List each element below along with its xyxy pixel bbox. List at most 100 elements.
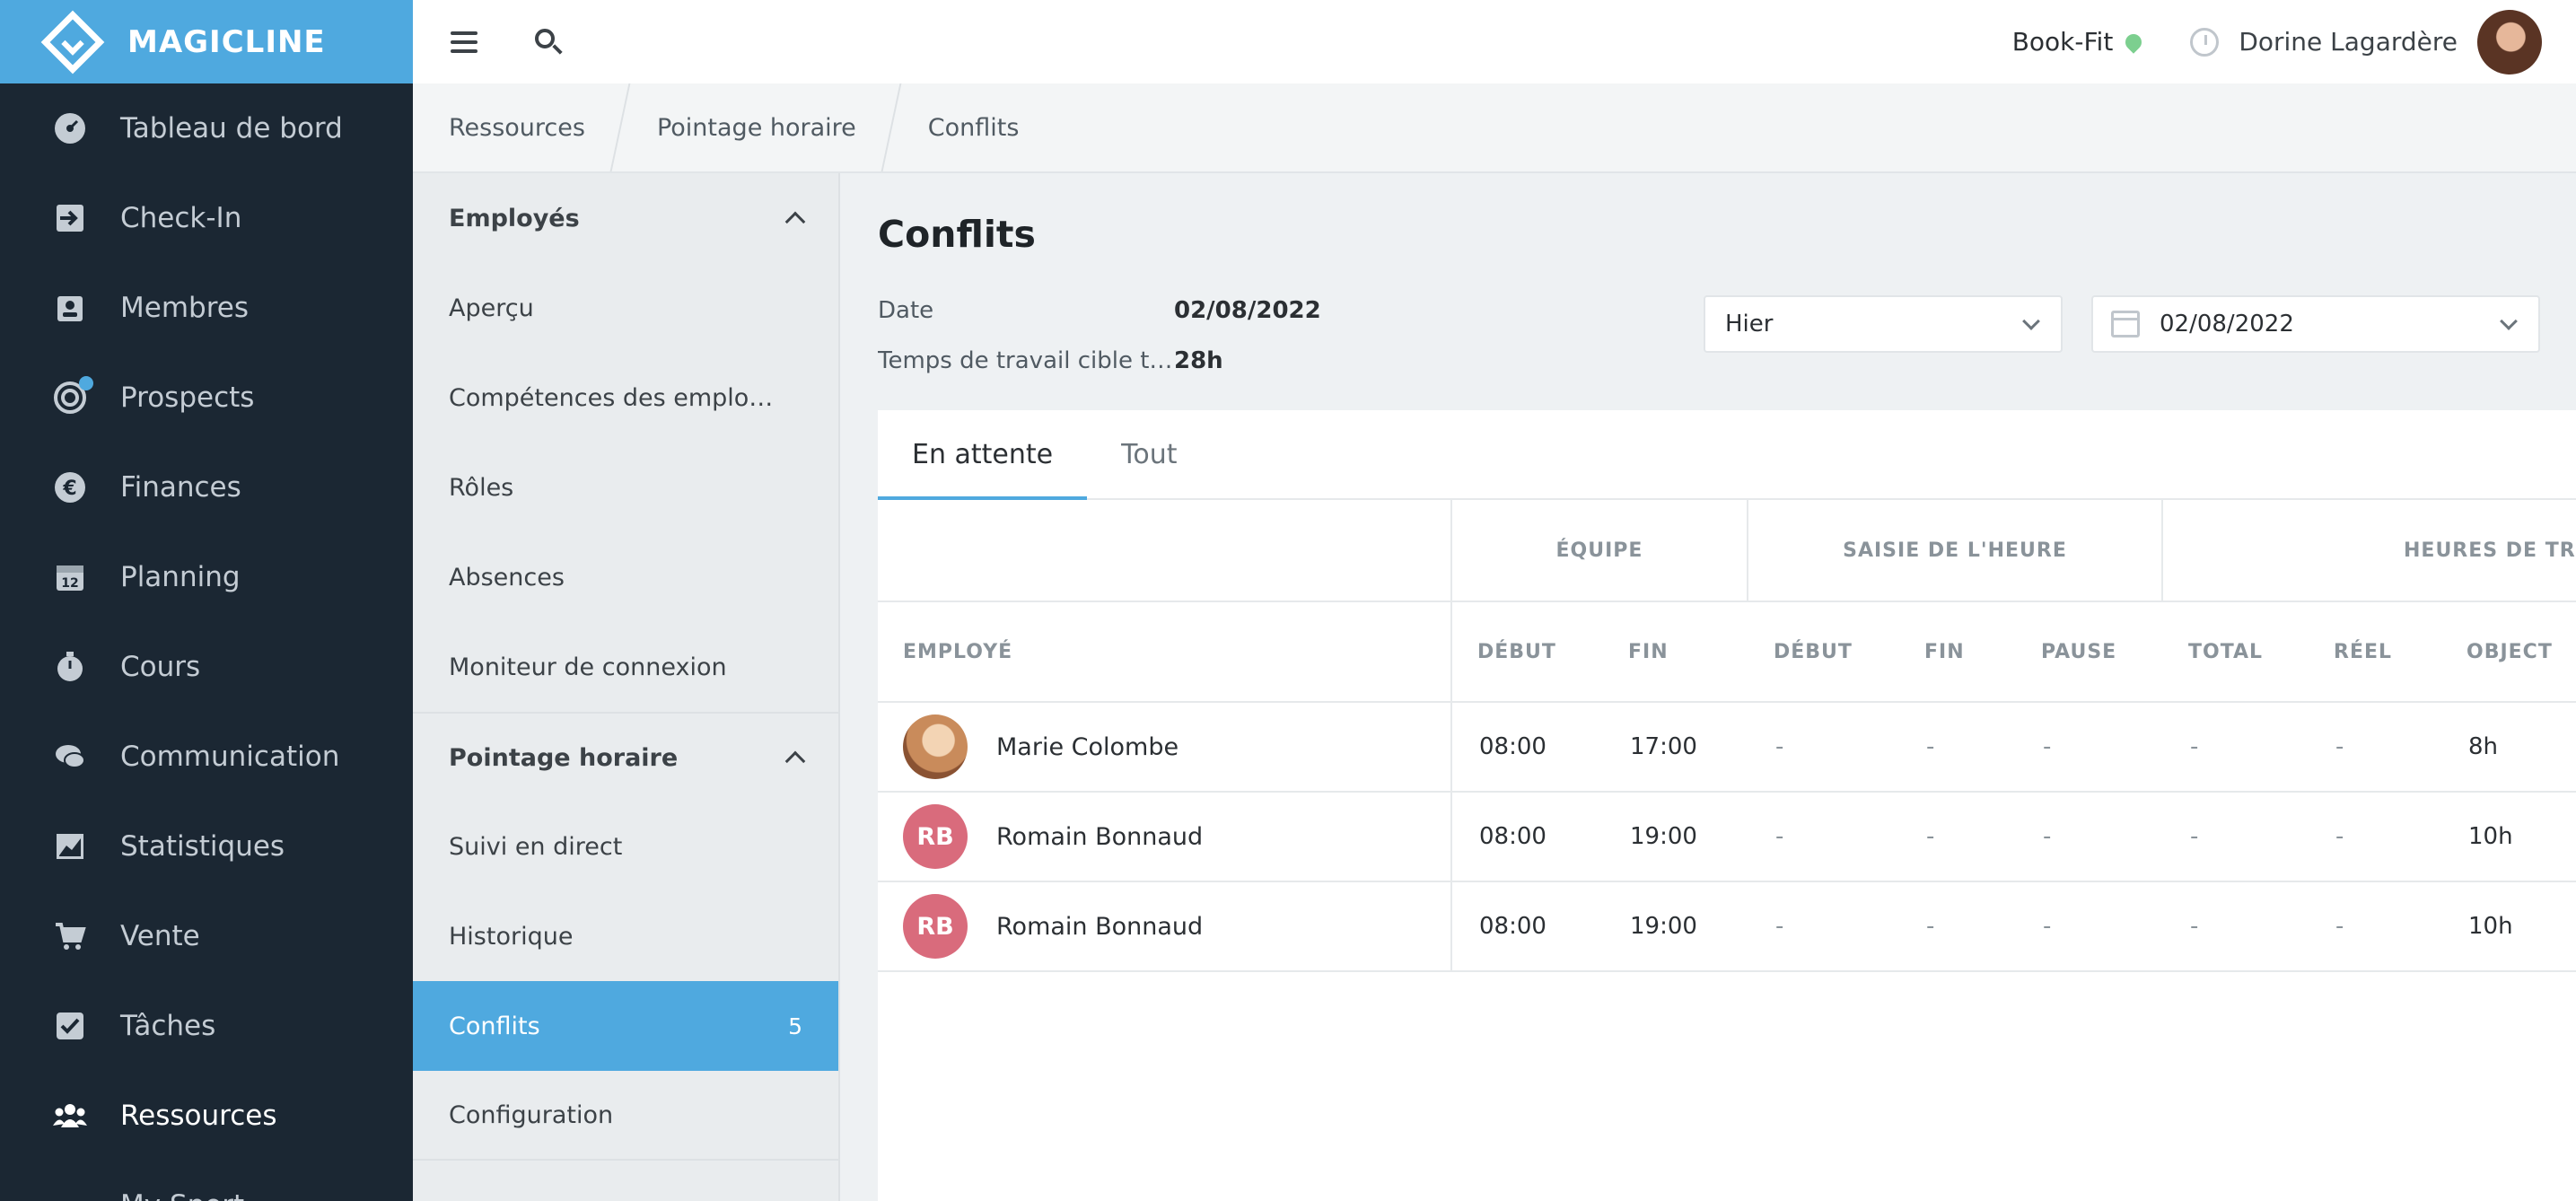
column-header-employee[interactable]: EMPLOYÉ: [903, 602, 1012, 701]
page-title: Conflits: [878, 213, 1036, 256]
section-header-employes[interactable]: Employés: [413, 173, 838, 263]
total-cell: -: [2190, 823, 2199, 850]
employee-cell: RB Romain Bonnaud: [903, 882, 1203, 970]
sidebar-item-conflits[interactable]: Conflits 5: [413, 981, 838, 1071]
studio-selector[interactable]: Book-Fit: [2012, 27, 2114, 57]
svg-text:€: €: [62, 478, 76, 500]
table-row[interactable]: Marie Colombe 08:00 17:00 - - - - - 8h: [878, 703, 2576, 793]
column-header-total[interactable]: TOTAL: [2188, 602, 2263, 701]
tab-en-attente[interactable]: En attente: [878, 410, 1088, 500]
employee-name[interactable]: Marie Colombe: [996, 733, 1178, 761]
breadcrumb-pointage-horaire[interactable]: Pointage horaire: [621, 83, 892, 171]
nav-item-finances[interactable]: € Finances: [0, 443, 413, 532]
check-in-icon: [52, 200, 88, 236]
column-header-team-end[interactable]: FIN: [1628, 602, 1669, 701]
euro-icon: €: [52, 469, 88, 505]
employee-name[interactable]: Romain Bonnaud: [996, 823, 1203, 851]
nav-item-check-in[interactable]: Check-In: [0, 173, 413, 263]
sidebar-item-competences[interactable]: Compétences des emplo…: [413, 353, 838, 443]
sidebar-item-configuration[interactable]: Configuration: [413, 1071, 838, 1161]
sidebar-item-label: Historique: [449, 922, 574, 951]
real-cell: -: [2335, 733, 2344, 760]
real-cell: -: [2335, 823, 2344, 850]
column-header-team-start[interactable]: DÉBUT: [1477, 602, 1556, 701]
nav-item-cours[interactable]: Cours: [0, 622, 413, 712]
chat-icon: [52, 739, 88, 775]
period-select[interactable]: Hier: [1704, 295, 2063, 353]
group-header-team: ÉQUIPE: [1555, 539, 1643, 562]
sidebar-item-historique[interactable]: Historique: [413, 891, 838, 981]
column-header-entry-start[interactable]: DÉBUT: [1774, 602, 1853, 701]
employee-avatar: RB: [903, 894, 968, 959]
entry-start-cell: -: [1775, 823, 1784, 850]
table-row[interactable]: RB Romain Bonnaud 08:00 19:00 - - - - - …: [878, 793, 2576, 882]
date-picker-value: 02/08/2022: [2160, 311, 2294, 338]
nav-item-ressources[interactable]: Ressources: [0, 1071, 413, 1161]
nav-item-tableau-de-bord[interactable]: Tableau de bord: [0, 83, 413, 173]
conflicts-card: En attente Tout ÉQUIPE SAISIE DE L'HEURE…: [878, 410, 2576, 1201]
sidebar-item-absences[interactable]: Absences: [413, 532, 838, 622]
team-end-cell: 17:00: [1630, 733, 1697, 760]
nav-item-label: Communication: [120, 741, 340, 773]
conflicts-table: ÉQUIPE SAISIE DE L'HEURE HEURES DE TR EM…: [878, 500, 2576, 972]
top-right-area: Book-Fit Dorine Lagardère: [2012, 0, 2542, 83]
group-header-work-hours: HEURES DE TR: [2404, 539, 2576, 562]
entry-start-cell: -: [1775, 913, 1784, 940]
employee-avatar: [903, 714, 968, 779]
entry-end-cell: -: [1926, 733, 1935, 760]
date-picker[interactable]: 02/08/2022: [2091, 295, 2540, 353]
menu-toggle-icon[interactable]: [451, 31, 478, 53]
calendar-icon: [2111, 311, 2140, 338]
nav-item-label: Prospects: [120, 381, 255, 414]
sidebar-item-moniteur-connexion[interactable]: Moniteur de connexion: [413, 622, 838, 712]
secondary-sidebar: Employés Aperçu Compétences des emplo… R…: [413, 173, 840, 1201]
brand-header[interactable]: MAGICLINE: [0, 0, 413, 83]
nav-item-my-sport[interactable]: My Sport...: [0, 1161, 413, 1201]
employee-cell: Marie Colombe: [903, 703, 1178, 791]
nav-item-statistiques[interactable]: Statistiques: [0, 802, 413, 891]
sidebar-item-apercu[interactable]: Aperçu: [413, 263, 838, 353]
nav-item-label: Planning: [120, 561, 241, 593]
table-group-header: ÉQUIPE SAISIE DE L'HEURE HEURES DE TR: [878, 500, 2576, 602]
employee-name[interactable]: Romain Bonnaud: [996, 913, 1203, 941]
breadcrumb-ressources[interactable]: Ressources: [413, 83, 621, 171]
date-value: 02/08/2022: [1174, 297, 1321, 324]
search-icon[interactable]: [533, 27, 564, 57]
column-header-entry-end[interactable]: FIN: [1924, 602, 1965, 701]
sidebar-item-roles[interactable]: Rôles: [413, 443, 838, 532]
sidebar-item-suivi-en-direct[interactable]: Suivi en direct: [413, 802, 838, 891]
nav-item-communication[interactable]: Communication: [0, 712, 413, 802]
pause-cell: -: [2043, 733, 2052, 760]
top-bar: Book-Fit Dorine Lagardère: [413, 0, 2576, 83]
target-cell: 8h: [2468, 733, 2499, 760]
column-header-real[interactable]: RÉEL: [2334, 602, 2392, 701]
employee-avatar: RB: [903, 804, 968, 869]
nav-item-taches[interactable]: Tâches: [0, 981, 413, 1071]
date-info: Date 02/08/2022: [878, 297, 1321, 324]
nav-item-label: Tâches: [120, 1010, 216, 1042]
nav-item-label: Tableau de bord: [120, 112, 343, 145]
clock-icon[interactable]: [2190, 27, 2220, 57]
target-time-label: Temps de travail cible t…: [878, 347, 1173, 374]
user-avatar[interactable]: [2477, 9, 2542, 75]
nav-item-vente[interactable]: Vente: [0, 891, 413, 981]
target-cell: 10h: [2468, 913, 2513, 940]
column-header-pause[interactable]: PAUSE: [2041, 602, 2116, 701]
nav-item-label: Check-In: [120, 202, 242, 234]
user-name[interactable]: Dorine Lagardère: [2239, 27, 2458, 57]
table-column-header: EMPLOYÉ DÉBUT FIN DÉBUT FIN PAUSE TOTAL …: [878, 602, 2576, 703]
section-header-pointage-horaire[interactable]: Pointage horaire: [413, 712, 838, 802]
pause-cell: -: [2043, 913, 2052, 940]
period-select-value: Hier: [1725, 311, 1774, 338]
tab-tout[interactable]: Tout: [1087, 410, 1211, 498]
tab-bar: En attente Tout: [878, 410, 2576, 500]
chevron-down-icon: [2500, 312, 2518, 330]
nav-item-membres[interactable]: Membres: [0, 263, 413, 353]
sidebar-item-label: Suivi en direct: [449, 832, 623, 861]
sidebar-item-label: Aperçu: [449, 294, 534, 322]
table-row[interactable]: RB Romain Bonnaud 08:00 19:00 - - - - - …: [878, 882, 2576, 972]
column-header-target[interactable]: OBJECT: [2466, 602, 2553, 701]
sidebar-item-label: Moniteur de connexion: [449, 653, 727, 681]
nav-item-prospects[interactable]: Prospects: [0, 353, 413, 443]
nav-item-planning[interactable]: 12 Planning: [0, 532, 413, 622]
